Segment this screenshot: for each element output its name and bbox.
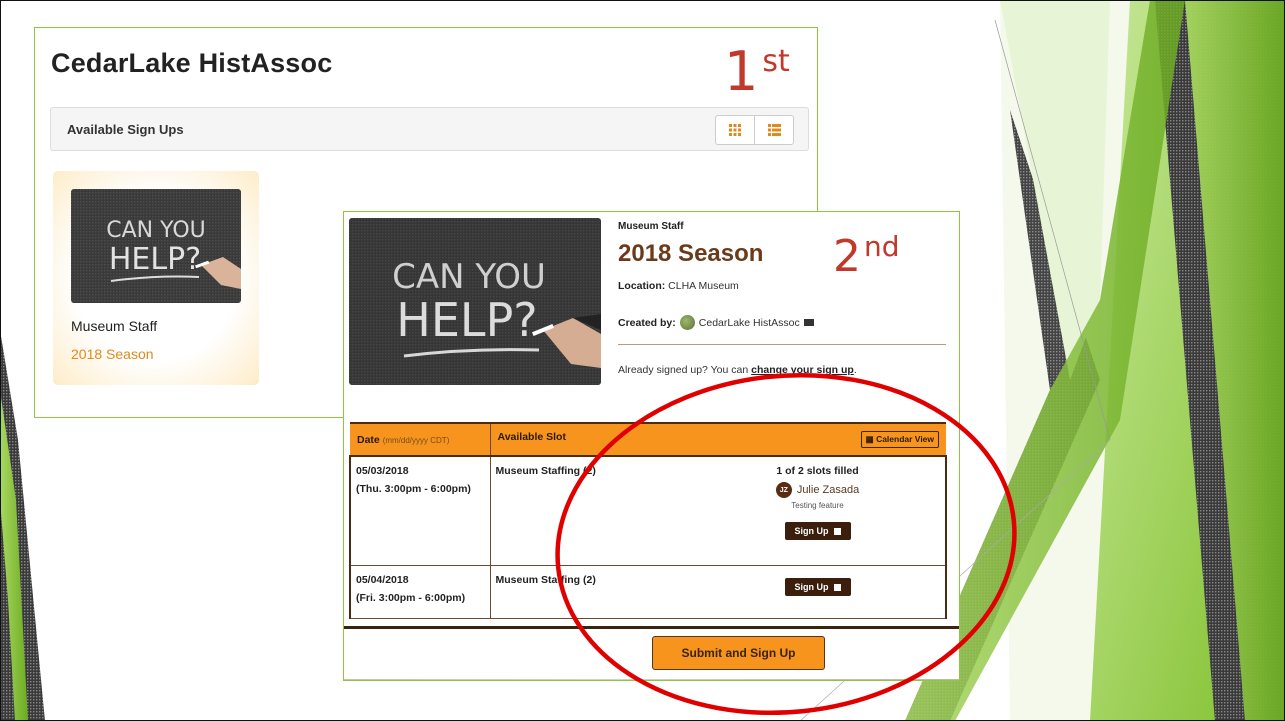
- signup-detail-panel: CAN YOU HELP? Museum Staff 2018 Season 2…: [343, 211, 960, 681]
- chalkboard-image: CAN YOU HELP?: [71, 189, 241, 303]
- card-image-text-line2: HELP?: [109, 242, 201, 277]
- checkbox-icon: [833, 528, 841, 536]
- person-note: Testing feature: [791, 501, 844, 510]
- grid-view-button[interactable]: [716, 116, 754, 144]
- sign-up-button[interactable]: Sign Up: [784, 522, 851, 540]
- list-view-icon: [767, 124, 781, 136]
- slot-column-header: Available Slot ▦ Calendar View: [490, 422, 947, 457]
- row-slot-name: Museum Staffing (2): [490, 565, 690, 619]
- available-signups-label: Available Sign Ups: [67, 122, 184, 137]
- checkbox-icon: [833, 584, 841, 592]
- created-by-line: Created by: CedarLake HistAssoc: [618, 315, 814, 330]
- signed-up-person: JZ Julie Zasada: [695, 482, 940, 498]
- hero-image-text-line1: CAN YOU: [392, 257, 546, 297]
- signup-title: 2018 Season: [618, 240, 764, 267]
- org-title: CedarLake HistAssoc: [51, 48, 333, 78]
- available-signups-bar: Available Sign Ups: [50, 107, 809, 151]
- submit-and-sign-up-button[interactable]: Submit and Sign Up: [652, 636, 825, 670]
- card-title: Museum Staff: [71, 318, 158, 334]
- table-row: 05/03/2018 (Thu. 3:00pm - 6:00pm) Museum…: [349, 456, 948, 566]
- change-signup-link[interactable]: change your sign up: [751, 364, 854, 376]
- row-date-cell: 05/03/2018 (Thu. 3:00pm - 6:00pm): [349, 456, 491, 566]
- date-column-header: Date (mm/dd/yyyy CDT): [350, 422, 491, 457]
- view-toggle: [715, 115, 794, 145]
- calendar-view-button[interactable]: ▦ Calendar View: [860, 431, 940, 448]
- card-image-text-line1: CAN YOU: [106, 218, 206, 243]
- footer-strip: [344, 679, 959, 680]
- creator-name[interactable]: CedarLake HistAssoc: [699, 317, 800, 329]
- slots-table: Date (mm/dd/yyyy CDT) Available Slot ▦ C…: [349, 422, 948, 619]
- calendar-icon: ▦: [865, 434, 874, 444]
- signup-category: Museum Staff: [618, 221, 684, 232]
- slots-filled-text: 1 of 2 slots filled: [776, 465, 859, 477]
- step-two-label: 2nd: [833, 230, 900, 282]
- divider: [618, 344, 946, 345]
- card-season-link[interactable]: 2018 Season: [71, 346, 154, 362]
- signup-card[interactable]: CAN YOU HELP? Museum Staff 2018 Season: [53, 171, 259, 385]
- row-slot-status: Sign Up: [690, 565, 948, 619]
- person-name: Julie Zasada: [796, 484, 860, 496]
- already-signed-up-text: Already signed up? You can change your s…: [618, 364, 857, 376]
- list-view-button[interactable]: [754, 116, 793, 144]
- creator-avatar: [679, 315, 695, 330]
- sign-up-button[interactable]: Sign Up: [784, 578, 851, 596]
- submit-bar: Submit and Sign Up: [344, 626, 959, 680]
- mail-icon[interactable]: [803, 319, 814, 326]
- step-one-label: 1st: [724, 40, 790, 103]
- table-header: Date (mm/dd/yyyy CDT) Available Slot ▦ C…: [350, 422, 947, 457]
- row-date-cell: 05/04/2018 (Fri. 3:00pm - 6:00pm): [349, 565, 491, 619]
- hero-image-text-line2: HELP?: [396, 293, 537, 347]
- grid-view-icon: [729, 124, 741, 136]
- chalkboard-hero-image: CAN YOU HELP?: [349, 218, 601, 385]
- row-slot-status: 1 of 2 slots filled JZ Julie Zasada Test…: [690, 456, 948, 566]
- person-avatar: JZ: [775, 482, 792, 498]
- location-value: CLHA Museum: [668, 280, 739, 292]
- table-row: 05/04/2018 (Fri. 3:00pm - 6:00pm) Museum…: [349, 565, 948, 619]
- location-line: Location: CLHA Museum: [618, 280, 739, 292]
- row-slot-name: Museum Staffing (2): [490, 456, 690, 566]
